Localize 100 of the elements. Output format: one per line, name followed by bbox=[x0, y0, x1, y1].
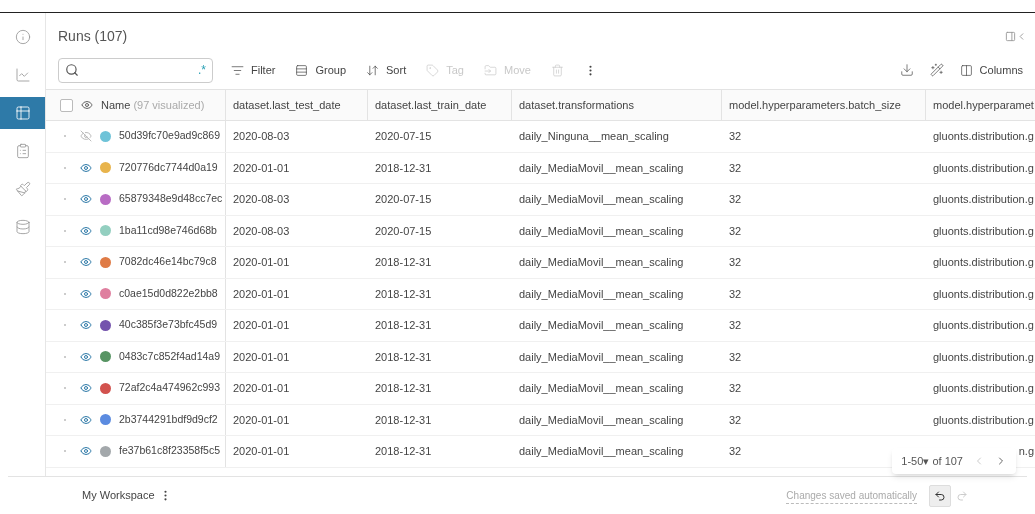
eye-icon bbox=[80, 413, 92, 426]
eye-icon bbox=[80, 287, 92, 300]
column-header[interactable]: dataset.last_test_date bbox=[233, 96, 341, 114]
table-cell-text: 32 bbox=[729, 129, 742, 144]
visibility-toggle[interactable] bbox=[80, 287, 92, 300]
wand-icon[interactable] bbox=[929, 63, 944, 77]
visibility-toggle[interactable] bbox=[80, 161, 92, 174]
undo-icon bbox=[934, 489, 946, 502]
run-name[interactable]: 0483c7c852f4ad14a9 bbox=[119, 348, 220, 365]
visibility-toggle[interactable] bbox=[80, 382, 92, 395]
table-cell-text: gluonts.distribution.g bbox=[933, 160, 1034, 176]
table-cell-text: gluonts.distribution.g bbox=[933, 223, 1034, 239]
visibility-toggle[interactable] bbox=[80, 193, 92, 206]
table-cell-text: 2018-12-31 bbox=[375, 412, 432, 428]
sort-icon bbox=[366, 63, 380, 77]
table-cell-text: 2018-12-31 bbox=[375, 444, 432, 459]
table-icon bbox=[14, 105, 31, 121]
column-header[interactable]: model.hyperparameters.batch_size bbox=[729, 96, 901, 114]
toolbar-button[interactable]: Group bbox=[295, 61, 347, 79]
table-cell-text: 32 bbox=[729, 223, 742, 239]
eye-icon bbox=[80, 161, 92, 174]
search-icon bbox=[65, 63, 79, 77]
table-cell-text: 2020-07-15 bbox=[375, 192, 432, 207]
column-header[interactable]: model.hyperparamet bbox=[933, 96, 1034, 114]
page-size-dropdown[interactable]: 1-50▾ of 107 bbox=[901, 452, 963, 470]
eye-icon bbox=[80, 350, 92, 363]
table-cell-text: daily_MediaMovil__mean_scaling bbox=[519, 381, 684, 396]
toolbar-button[interactable]: Filter bbox=[231, 61, 276, 79]
run-name[interactable]: c0ae15d0d822e2bb8 bbox=[119, 285, 218, 302]
select-all-checkbox[interactable] bbox=[60, 98, 73, 112]
table-cell-text: 2020-08-03 bbox=[233, 192, 290, 207]
table-cell-text: 2020-01-01 bbox=[233, 349, 290, 365]
eye-icon bbox=[80, 382, 92, 395]
columns-button[interactable]: Columns bbox=[959, 61, 1023, 79]
visibility-toggle[interactable] bbox=[80, 445, 92, 458]
save-status: Changes saved automatically bbox=[786, 487, 917, 504]
table-cell-text: gluonts.distribution.g bbox=[933, 381, 1034, 396]
visibility-toggle[interactable] bbox=[80, 130, 92, 143]
table-cell-text: 32 bbox=[729, 444, 742, 459]
table-cell-text: 32 bbox=[729, 160, 742, 176]
table-cell-text: 32 bbox=[729, 286, 742, 302]
column-header[interactable]: Name (97 visualized) bbox=[101, 96, 205, 114]
run-name[interactable]: fe37b61c8f23358f5c5 bbox=[119, 443, 220, 460]
table-cell-text: n.g bbox=[1018, 444, 1034, 459]
regex-icon: .* bbox=[198, 64, 206, 76]
toolbar-button[interactable]: Sort bbox=[366, 61, 407, 79]
table-cell-text: daily_MediaMovil__mean_scaling bbox=[519, 223, 684, 239]
table-cell-text: 2018-12-31 bbox=[375, 286, 432, 302]
eye-off-icon bbox=[80, 130, 92, 143]
table-cell-text: 2020-01-01 bbox=[233, 286, 290, 302]
sidebar-tab[interactable] bbox=[0, 97, 45, 129]
run-name[interactable]: 40c385f3e73bfc45d9 bbox=[119, 317, 218, 334]
table-cell-text: daily_MediaMovil__mean_scaling bbox=[519, 444, 684, 459]
visibility-toggle[interactable] bbox=[80, 413, 92, 426]
column-header[interactable]: dataset.last_train_date bbox=[375, 96, 487, 114]
eye-icon[interactable] bbox=[81, 99, 93, 111]
visibility-toggle[interactable] bbox=[80, 224, 92, 237]
table-cell-text: 2018-12-31 bbox=[375, 255, 432, 270]
run-name[interactable]: 65879348e9d48cc7ec bbox=[119, 191, 223, 208]
filter-icon bbox=[231, 63, 244, 77]
table-cell-text: 2020-01-01 bbox=[233, 160, 290, 176]
table-cell-text: 2018-12-31 bbox=[375, 160, 432, 176]
table-cell-text: 2018-12-31 bbox=[375, 349, 432, 365]
run-name[interactable]: 50d39fc70e9ad9c869 bbox=[119, 128, 220, 145]
workspace-name[interactable]: My Workspace bbox=[82, 487, 155, 504]
table-cell-text: 2018-12-31 bbox=[375, 318, 432, 333]
download-icon[interactable] bbox=[899, 63, 914, 77]
table-cell-text: 2020-01-01 bbox=[233, 412, 290, 428]
eye-icon bbox=[80, 224, 92, 237]
table-cell-text: 2020-01-01 bbox=[233, 444, 290, 459]
table-cell-text: daily_MediaMovil__mean_scaling bbox=[519, 255, 684, 270]
visibility-toggle[interactable] bbox=[80, 256, 92, 269]
table-cell-text: gluonts.distribution.g bbox=[933, 255, 1034, 270]
table-cell-text: 2020-01-01 bbox=[233, 255, 290, 270]
table-cell-text: daily_MediaMovil__mean_scaling bbox=[519, 192, 684, 207]
eye-icon bbox=[80, 319, 92, 332]
undo-button[interactable] bbox=[929, 484, 951, 507]
table-cell-text: 32 bbox=[729, 255, 742, 270]
table-cell-text: 2020-08-03 bbox=[233, 223, 290, 239]
column-header[interactable]: dataset.transformations bbox=[519, 96, 634, 114]
table-cell-text: 32 bbox=[729, 381, 742, 396]
table-cell-text: 2020-01-01 bbox=[233, 318, 290, 333]
brush-icon bbox=[14, 181, 31, 197]
table-cell-text: 2020-08-03 bbox=[233, 129, 290, 144]
run-name[interactable]: 72af2c4a474962c993 bbox=[119, 380, 220, 397]
panel-icon[interactable] bbox=[1005, 30, 1016, 42]
columns-icon bbox=[959, 63, 973, 77]
table-cell-text: 32 bbox=[729, 412, 742, 428]
run-name[interactable]: 7082dc46e14bc79c8 bbox=[119, 254, 217, 271]
table-cell-text: 32 bbox=[729, 318, 742, 333]
visibility-toggle[interactable] bbox=[80, 350, 92, 363]
runs-title: Runs (107) bbox=[58, 26, 128, 46]
table-cell-text: 32 bbox=[729, 192, 742, 207]
run-name[interactable]: 720776dc7744d0a19 bbox=[119, 159, 218, 176]
run-name[interactable]: 2b3744291bdf9d9cf2 bbox=[119, 411, 218, 428]
table-cell-text: daily_MediaMovil__mean_scaling bbox=[519, 160, 684, 176]
visibility-toggle[interactable] bbox=[80, 319, 92, 332]
eye-icon bbox=[80, 193, 92, 206]
run-name[interactable]: 1ba11cd98e746d68b bbox=[119, 222, 217, 239]
table-cell-text: daily_MediaMovil__mean_scaling bbox=[519, 286, 684, 302]
